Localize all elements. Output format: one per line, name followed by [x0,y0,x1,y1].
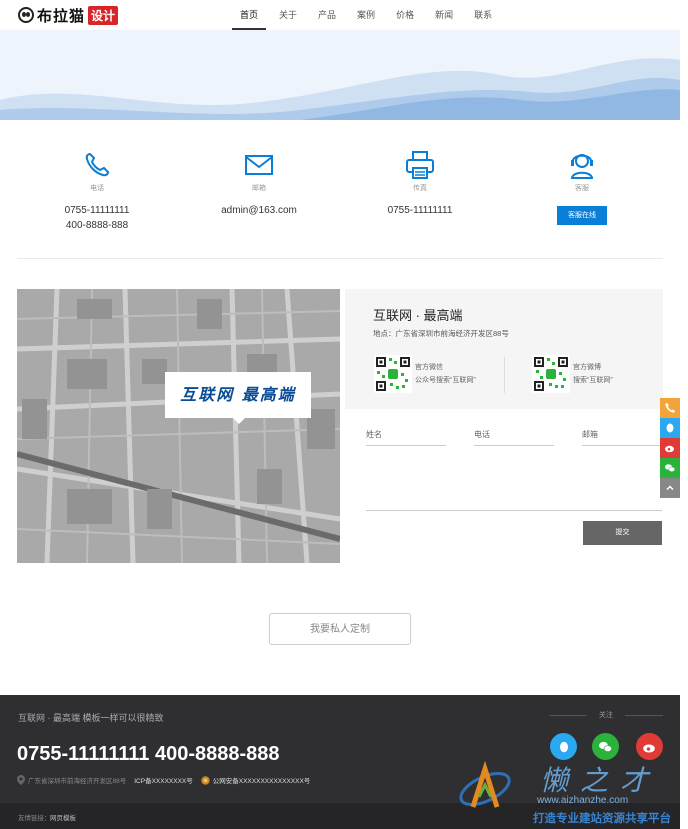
logo[interactable]: 布拉猫 设计 [18,4,119,26]
submit-button[interactable]: 提交 [583,521,662,545]
logo-tag: 设计 [88,5,119,25]
contact-email-label: 邮箱 [252,185,266,192]
name-field[interactable]: 姓名 [366,424,446,446]
nav-item-news[interactable]: 新闻 [427,0,461,30]
contact-fax-value: 0755-11111111 [387,205,453,216]
nav-item-about[interactable]: 关于 [271,0,305,30]
footer-icp[interactable]: ICP备XXXXXXXX号 [134,775,193,785]
banner [0,30,680,120]
wave-decoration [0,30,680,120]
qq-icon [559,741,568,752]
footer-police[interactable]: 公网安备XXXXXXXXXXXXXXX号 [213,775,311,785]
weibo-subtitle: 搜索“互联网” [573,377,613,384]
nav-item-contact[interactable]: 联系 [466,0,500,30]
police-badge-icon [201,775,210,785]
watermark-slogan: 打造专业建站资源共享平台 [533,813,671,825]
panda-logo-icon [18,7,34,23]
chevron-up-icon [666,485,674,491]
nav-item-home[interactable]: 首页 [232,0,267,30]
phone-icon [665,403,675,413]
custom-order-button[interactable]: 我要私人定制 [269,613,411,645]
friend-link-template[interactable]: 网页模板 [50,812,76,822]
wechat-qr-block: 官方微信 公众号搜索“互联网” [374,355,476,393]
contact-phone: 电话 0755-11111111 400-8888-888 [22,150,172,233]
footer-info: 广东省深圳市前海经济开发区88号 ICP备XXXXXXXX号 公网安备XXXXX… [17,775,318,785]
contact-service-label: 客服 [575,185,589,192]
location-map[interactable]: 互联网 最高端 [17,289,340,563]
side-float-bar [660,398,680,498]
weibo-title: 官方微博 [573,364,601,371]
fax-icon [406,151,434,179]
contact-fax-label: 传真 [413,185,427,192]
watermark-url: www.aizhanzhe.com [537,795,629,806]
side-qq-button[interactable] [660,418,680,438]
side-wechat-button[interactable] [660,458,680,478]
nav-item-cases[interactable]: 案例 [349,0,383,30]
contact-phone-value-1: 0755-11111111 [64,205,130,216]
footer-address: 广东省深圳市前海经济开发区88号 [28,778,127,785]
side-phone-button[interactable] [660,398,680,418]
phone-placeholder: 电话 [474,430,490,439]
location-pin-icon [17,775,25,785]
qq-icon [666,423,674,433]
company-info-panel: 互联网 · 最高端 地点：广东省深圳市前海经济开发区88号 官方微信 公众号搜索… [345,289,663,409]
back-to-top-button[interactable] [660,478,680,498]
nav-item-pricing[interactable]: 价格 [388,0,422,30]
phone-icon [85,152,110,177]
company-address: 地点：广东省深圳市前海经济开发区88号 [373,329,509,338]
online-service-button[interactable]: 客服在线 [557,206,607,225]
company-title: 互联网 · 最高端 [373,308,463,323]
main-nav: 首页 关于 产品 案例 价格 新闻 联系 [232,0,505,30]
weibo-qr-code [532,355,570,393]
page: 布拉猫 设计 首页 关于 产品 案例 价格 新闻 联系 电话 0755-1111… [0,0,688,829]
qr-divider [504,357,505,393]
watermark-logo-icon [459,760,511,808]
section-divider [17,258,663,259]
customer-service-icon [570,154,594,179]
email-field[interactable]: 邮箱 [582,424,662,446]
site-watermark: 懒之才 www.aizhanzhe.com 打造专业建站资源共享平台 [445,755,688,829]
phone-field[interactable]: 电话 [474,424,554,446]
contact-email: 邮箱 admin@163.com [184,150,334,218]
contact-row: 电话 0755-11111111 400-8888-888 邮箱 admin@1… [0,150,680,250]
wechat-title: 官方微信 [415,364,443,371]
message-textarea[interactable] [366,455,662,511]
map-callout: 互联网 最高端 [165,372,311,424]
watermark-name: 懒之才 [540,764,661,797]
wechat-icon [665,464,676,472]
footer-slogan: 互联网 · 最高端 模板一样可以很精致 [18,713,164,723]
contact-email-value: admin@163.com [221,205,297,216]
scroll-gutter [680,30,688,829]
weibo-qr-block: 官方微博 搜索“互联网” [532,355,613,393]
email-placeholder: 邮箱 [582,430,598,439]
logo-name: 布拉猫 [37,6,86,25]
wechat-qr-code [374,355,412,393]
contact-fax: 传真 0755-11111111 [345,150,495,218]
header: 布拉猫 设计 首页 关于 产品 案例 价格 新闻 联系 [0,0,688,30]
wechat-subtitle: 公众号搜索“互联网” [415,377,476,384]
wechat-icon [599,741,612,752]
contact-phone-label: 电话 [90,185,104,192]
weibo-icon [665,445,674,453]
friend-links-label: 友情链接： [18,815,51,822]
nav-item-products[interactable]: 产品 [310,0,344,30]
weibo-icon [643,744,655,752]
contact-service: 客服 客服在线 [507,150,657,225]
map-streets [17,289,340,563]
contact-phone-value-2: 400-8888-888 [65,220,129,231]
name-placeholder: 姓名 [366,430,382,439]
footer-phone: 0755-11111111 400-8888-888 [17,743,280,765]
mail-icon [245,155,273,175]
side-weibo-button[interactable] [660,438,680,458]
follow-label: 关注 [549,710,663,720]
